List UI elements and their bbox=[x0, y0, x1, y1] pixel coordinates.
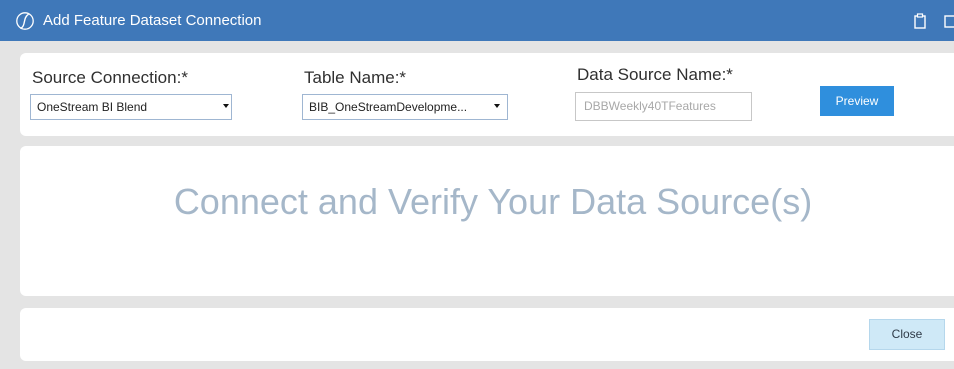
source-connection-value: OneStream BI Blend bbox=[37, 100, 148, 114]
footer-panel bbox=[20, 308, 954, 361]
table-name-value: BIB_OneStreamDevelopme... bbox=[309, 100, 468, 114]
data-source-name-label: Data Source Name:* bbox=[577, 65, 733, 84]
close-button[interactable]: Close bbox=[869, 319, 945, 350]
data-source-name-input[interactable]: DBBWeekly40TFeatures bbox=[575, 92, 752, 121]
window-icon[interactable] bbox=[944, 13, 954, 29]
empty-state-headline: Connect and Verify Your Data Source(s) bbox=[173, 181, 813, 222]
preview-button[interactable]: Preview bbox=[820, 86, 894, 116]
title-bar[interactable]: Add Feature Dataset Connection bbox=[0, 0, 954, 41]
dropdown-arrow-icon bbox=[223, 104, 229, 108]
dialog-window: Add Feature Dataset Connection Source Co… bbox=[0, 0, 954, 369]
source-connection-dropdown[interactable]: OneStream BI Blend bbox=[30, 94, 232, 120]
clipboard-icon[interactable] bbox=[913, 13, 927, 29]
source-connection-label: Source Connection:* bbox=[32, 68, 188, 87]
table-name-label: Table Name:* bbox=[304, 68, 407, 87]
table-name-dropdown[interactable]: BIB_OneStreamDevelopme... bbox=[302, 94, 508, 120]
window-title: Add Feature Dataset Connection bbox=[43, 12, 262, 29]
data-source-name-placeholder: DBBWeekly40TFeatures bbox=[584, 99, 716, 113]
dropdown-arrow-icon bbox=[494, 104, 500, 108]
onestream-logo-icon bbox=[16, 12, 34, 30]
